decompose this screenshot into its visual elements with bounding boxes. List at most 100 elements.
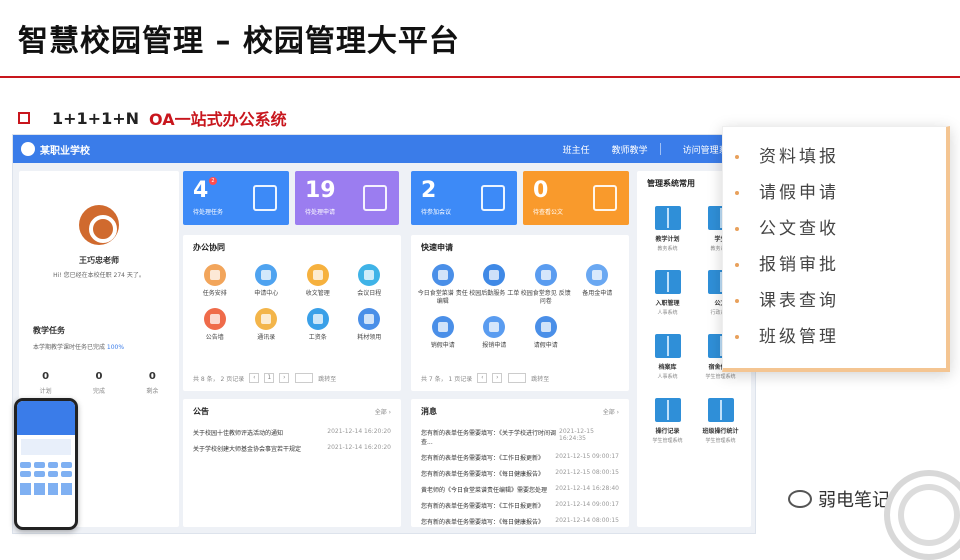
app-label: 请假申请: [533, 342, 558, 349]
system-name: 档案库: [658, 364, 677, 371]
feature-list: 资料填报 请假申请 公文查收 报销审批 课表查询 班级管理: [723, 127, 946, 355]
app-label: 公告墙: [205, 334, 224, 341]
task-percent: 100%: [106, 344, 125, 351]
message-title: 消息: [421, 407, 437, 416]
messages-row[interactable]: 您有新的表单任务需要填写：《工作日报更新》 2021-12-15 09:00:17: [411, 449, 629, 465]
app-item[interactable]: 收文管理: [292, 264, 344, 298]
goto-page-input[interactable]: [508, 373, 527, 383]
feature-list-callout: 资料填报 请假申请 公文查收 报销审批 课表查询 班级管理: [722, 126, 950, 372]
edit-doc-icon: [363, 185, 387, 211]
mobile-app-mockup: [14, 398, 78, 530]
app-item[interactable]: 公告墙: [189, 308, 241, 342]
app-label: 申请中心: [254, 290, 279, 297]
book-icon: [654, 398, 681, 422]
goto-page-input[interactable]: [295, 373, 314, 383]
page-1-button[interactable]: 1: [264, 373, 275, 383]
app-item[interactable]: 会议日程: [344, 264, 396, 298]
app-icon: [358, 264, 381, 286]
section-heading: 1+1+1+N OA一站式办公系统: [18, 106, 287, 130]
watermark: 弱电笔记: [788, 486, 890, 512]
notice-row[interactable]: 关于学校创建大师基金协会事宜若干规定 2021-12-14 16:20:20: [183, 440, 401, 456]
nav-teaching[interactable]: 教师教学: [612, 143, 648, 156]
notice-row-text: 关于校园十佳教师评选活动的通知: [193, 430, 284, 437]
system-item[interactable]: 入职管理 人事系统: [641, 270, 694, 316]
notice-more-link[interactable]: 全部 ›: [375, 407, 391, 416]
app-icon: [255, 264, 278, 286]
section-formula: 1+1+1+N: [52, 108, 140, 128]
card-documents[interactable]: 0 待查看公文: [523, 171, 629, 225]
office-apps: 任务安排 申请中心 收文管理 会议日程公告墙 通讯录 工资条 耗材领用: [183, 260, 401, 346]
app-item[interactable]: 校园后勤服务 工单: [469, 264, 521, 306]
school-name: 某职业学校: [40, 145, 90, 157]
next-page-button[interactable]: ›: [492, 373, 503, 383]
app-item[interactable]: 任务安排: [189, 264, 241, 298]
messages-row-date: 2021-12-15 09:00:17: [555, 453, 619, 460]
watermark-text: 弱电笔记: [818, 490, 890, 511]
teacher-name: 王巧忠老师: [79, 256, 119, 265]
messages-row[interactable]: 您有新的表单任务需要填写：《每日健康报告》 2021-12-14 08:00:15: [411, 513, 629, 527]
messages-row-date: 2021-12-14 16:28:40: [555, 485, 619, 492]
stat-remaining: 0 剩余: [146, 371, 159, 395]
goto-label: 跳转至: [531, 375, 550, 383]
message-more-link[interactable]: 全部 ›: [603, 407, 619, 416]
task-title: 教学任务: [33, 326, 65, 335]
app-item[interactable]: 报销申请: [469, 316, 521, 350]
task-stats: 0 计划 0 完成 0 剩余: [19, 371, 179, 395]
card-pending-requests[interactable]: 19 待处理申请: [295, 171, 399, 225]
app-item[interactable]: 请假申请: [520, 316, 572, 350]
phone-card: [21, 439, 71, 455]
system-source: 学生管理系统: [705, 438, 736, 444]
notice-row[interactable]: 关于校园十佳教师评选活动的通知 2021-12-14 16:20:20: [183, 424, 401, 440]
messages-row[interactable]: 您有新的表单任务需要填写：《关于学校进行时间调查... 2021-12-15 16…: [411, 424, 629, 449]
app-item[interactable]: 通讯录: [241, 308, 293, 342]
app-label: 工资条: [308, 334, 327, 341]
prev-page-button[interactable]: ‹: [477, 373, 488, 383]
next-page-button[interactable]: ›: [279, 373, 290, 383]
top-nav: 班主任 教师教学 访问管理系统 ⌄: [541, 143, 747, 156]
app-icon: [203, 308, 226, 330]
feature-item: 资料填报: [735, 139, 946, 175]
app-label: 销假申请: [430, 342, 455, 349]
app-label: 通讯录: [257, 334, 276, 341]
app-item[interactable]: 耗材领用: [344, 308, 396, 342]
feature-item: 公文查收: [735, 211, 946, 247]
messages-row[interactable]: 您有新的表单任务需要填写：《每日健康报告》 2021-12-15 08:00:15: [411, 465, 629, 481]
task-desc: 本学期教学课时任务已完成 100%: [33, 344, 125, 351]
app-icon: [306, 264, 329, 286]
book-icon: [654, 206, 681, 230]
system-name: 入职管理: [655, 300, 680, 307]
messages-row[interactable]: 您有新的表单任务需要填写：《工作日报更新》 2021-12-14 09:00:17: [411, 497, 629, 513]
feature-item: 班级管理: [735, 319, 946, 355]
star-doc-icon: [253, 185, 277, 211]
messages-row[interactable]: 黄老师的《今日食堂菜谱责任编辑》需要您处理 2021-12-14 16:28:40: [411, 481, 629, 497]
system-source: 学生管理系统: [705, 374, 736, 380]
system-item[interactable]: 操行记录 学生管理系统: [641, 398, 694, 444]
message-list: 您有新的表单任务需要填写：《关于学校进行时间调查... 2021-12-15 16…: [411, 424, 629, 527]
app-icon: [306, 308, 329, 330]
app-item[interactable]: 校园食堂意见 反馈问卷: [520, 264, 572, 306]
app-item[interactable]: 销假申请: [417, 316, 469, 350]
app-item[interactable]: 备用金申请: [572, 264, 624, 306]
app-label: 校园后勤服务 工单: [469, 290, 520, 297]
app-item[interactable]: 申请中心: [241, 264, 293, 298]
decorative-swirl: [884, 470, 960, 560]
app-label: 收文管理: [305, 290, 330, 297]
book-icon: [654, 334, 681, 358]
system-source: 学生管理系统: [652, 438, 683, 444]
office-title: 办公协同: [193, 243, 225, 252]
app-icon: [431, 264, 454, 286]
nav-class-teacher[interactable]: 班主任: [563, 143, 590, 156]
system-item[interactable]: 教学计划 教务系统: [641, 206, 694, 252]
phone-icon-grid: [17, 459, 75, 480]
goto-label: 跳转至: [318, 375, 337, 383]
app-item[interactable]: 今日食堂菜谱 责任编辑: [417, 264, 469, 306]
prev-page-button[interactable]: ‹: [249, 373, 260, 383]
card-meetings[interactable]: 2 待参加会议: [411, 171, 517, 225]
system-item[interactable]: 档案库 人事系统: [641, 334, 694, 380]
notice-title: 公告: [193, 407, 209, 416]
office-panel: 办公协同 任务安排 申请中心 收文管理 会议日程 公告墙 通讯录 工资条 耗材领用 共 8 条…: [183, 235, 401, 391]
card-pending-tasks[interactable]: 4 待处理任务 2: [183, 171, 289, 225]
avatar[interactable]: [79, 205, 119, 245]
system-item[interactable]: 班级操行统计 学生管理系统: [694, 398, 747, 444]
app-item[interactable]: 工资条: [292, 308, 344, 342]
